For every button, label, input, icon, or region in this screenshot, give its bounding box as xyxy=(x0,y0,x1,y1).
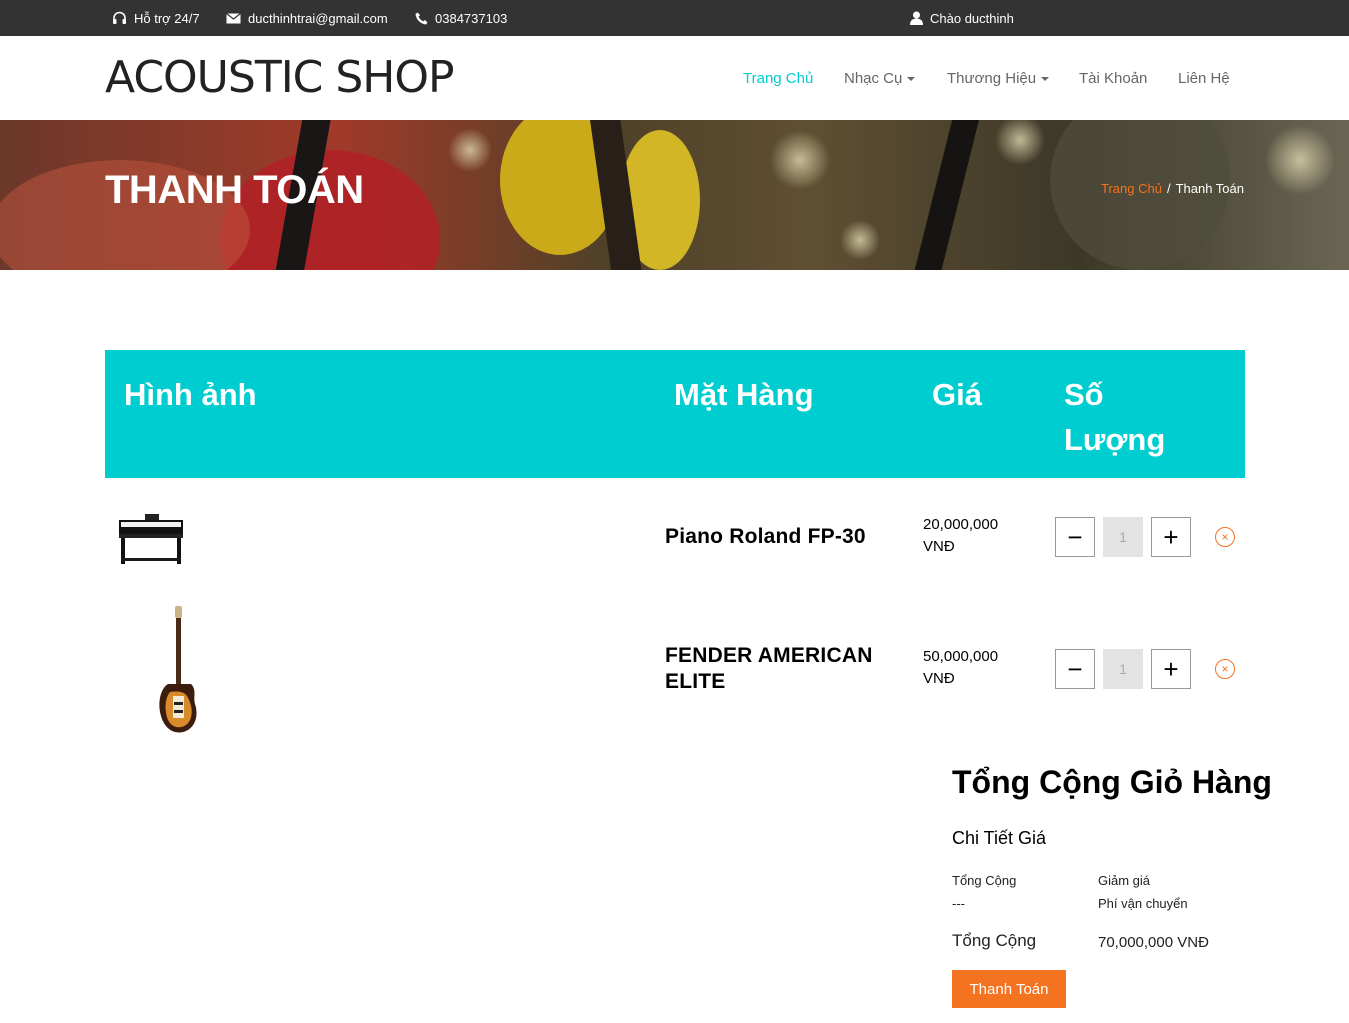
nav-label[interactable]: Trang Chủ xyxy=(743,70,813,87)
nav-label[interactable]: Nhạc Cụ xyxy=(844,70,902,87)
breadcrumb: Trang Chủ / Thanh Toán xyxy=(1101,181,1244,196)
email-text[interactable]: ducthinhtrai@gmail.com xyxy=(248,11,388,26)
column-header-item: Mặt Hàng xyxy=(674,377,814,412)
envelope-icon xyxy=(226,12,241,23)
main-nav-brands: Thương Hiệu xyxy=(947,36,1050,120)
support-text: Hỗ trợ 24/7 xyxy=(134,10,200,26)
page-title: THANH TOÁN xyxy=(105,168,364,212)
quantity-stepper: − 1 + xyxy=(1055,517,1191,557)
nav-item-home[interactable]: Trang Chủ xyxy=(743,70,813,87)
nav-item-instruments[interactable]: Nhạc Cụ xyxy=(844,70,916,87)
logo-text[interactable]: ACOUSTIC SHOP xyxy=(105,52,455,103)
site-header: ACOUSTIC SHOP Trang Chủ Nhạc Cụ Thương H… xyxy=(0,36,1349,120)
checkout-button[interactable]: Thanh Toán xyxy=(952,970,1066,1008)
main-nav-instruments: Nhạc Cụ xyxy=(844,36,916,120)
top-bar: Hỗ trợ 24/7 ducthinhtrai@gmail.com 03847… xyxy=(0,0,1349,36)
cart-table-header: Hình ảnh Mặt Hàng Giá Số Lượng xyxy=(105,350,1245,478)
remove-item-icon[interactable]: × xyxy=(1215,659,1235,679)
bass-guitar-image[interactable] xyxy=(153,604,203,736)
totals-title: Tổng Cộng Giỏ Hàng xyxy=(952,764,1272,800)
nav-item-account[interactable]: Tài Khoản xyxy=(1079,70,1147,87)
subtotal-value: --- xyxy=(952,896,965,911)
nav-item-brands[interactable]: Thương Hiệu xyxy=(947,70,1050,87)
nav-label[interactable]: Liên Hệ xyxy=(1178,70,1230,87)
increase-quantity-button[interactable]: + xyxy=(1151,517,1191,557)
main-nav: Trang Chủ xyxy=(743,36,813,120)
support-info: Hỗ trợ 24/7 xyxy=(112,0,200,36)
subtotal-label: Tổng Cộng xyxy=(952,873,1017,888)
nav-label[interactable]: Tài Khoản xyxy=(1079,70,1147,87)
product-price: 20,000,000 VNĐ xyxy=(923,516,999,555)
quantity-input[interactable]: 1 xyxy=(1103,517,1143,557)
main-nav-account: Tài Khoản xyxy=(1079,36,1147,120)
headphones-icon xyxy=(113,11,126,24)
site-logo[interactable]: ACOUSTIC SHOP xyxy=(105,52,455,103)
cart-totals: Tổng Cộng Giỏ Hàng Chi Tiết Giá Tổng Cộn… xyxy=(952,760,1272,1008)
breadcrumb-separator: / xyxy=(1166,181,1171,196)
decrease-quantity-button[interactable]: − xyxy=(1055,517,1095,557)
increase-quantity-button[interactable]: + xyxy=(1151,649,1191,689)
greeting-text[interactable]: Chào ducthinh xyxy=(930,11,1014,26)
nav-item-contact[interactable]: Liên Hệ xyxy=(1178,70,1230,87)
discount-label: Giảm giá xyxy=(1098,873,1151,888)
column-header-price: Giá xyxy=(932,377,982,412)
quantity-stepper: − 1 + xyxy=(1055,649,1191,689)
user-icon xyxy=(910,11,923,25)
column-header-image: Hình ảnh xyxy=(124,377,257,412)
product-price: 50,000,000 VNĐ xyxy=(923,648,999,687)
decrease-quantity-button[interactable]: − xyxy=(1055,649,1095,689)
phone-icon xyxy=(415,12,428,24)
column-header-quantity: Số Lượng xyxy=(1064,377,1166,457)
remove-item-icon[interactable]: × xyxy=(1215,527,1235,547)
email-info[interactable]: ducthinhtrai@gmail.com xyxy=(226,0,388,36)
nav-label[interactable]: Thương Hiệu xyxy=(947,70,1036,87)
product-name[interactable]: Piano Roland FP-30 xyxy=(665,524,866,550)
page-banner: THANH TOÁN Trang Chủ / Thanh Toán xyxy=(0,120,1349,270)
total-label: Tổng Cộng xyxy=(952,931,1037,950)
breadcrumb-home[interactable]: Trang Chủ xyxy=(1101,181,1162,196)
digital-piano-image[interactable] xyxy=(115,512,187,568)
shipping-label: Phí vận chuyển xyxy=(1098,896,1188,911)
main-nav-contact: Liên Hệ xyxy=(1178,36,1230,120)
caret-down-icon xyxy=(907,77,916,81)
user-greeting[interactable]: Chào ducthinh xyxy=(910,0,1014,36)
breadcrumb-current: Thanh Toán xyxy=(1175,181,1244,196)
phone-info[interactable]: 0384737103 xyxy=(415,0,507,36)
caret-down-icon xyxy=(1041,77,1050,81)
phone-text[interactable]: 0384737103 xyxy=(435,11,507,26)
quantity-input[interactable]: 1 xyxy=(1103,649,1143,689)
total-value: 70,000,000 VNĐ xyxy=(1098,934,1209,951)
cart-row: Piano Roland FP-30 20,000,000 VNĐ − 1 + … xyxy=(105,508,1245,578)
price-details-heading: Chi Tiết Giá xyxy=(952,828,1047,848)
product-name[interactable]: FENDER AMERICAN ELITE xyxy=(665,643,895,695)
cart-row: FENDER AMERICAN ELITE 50,000,000 VNĐ − 1… xyxy=(105,602,1245,737)
